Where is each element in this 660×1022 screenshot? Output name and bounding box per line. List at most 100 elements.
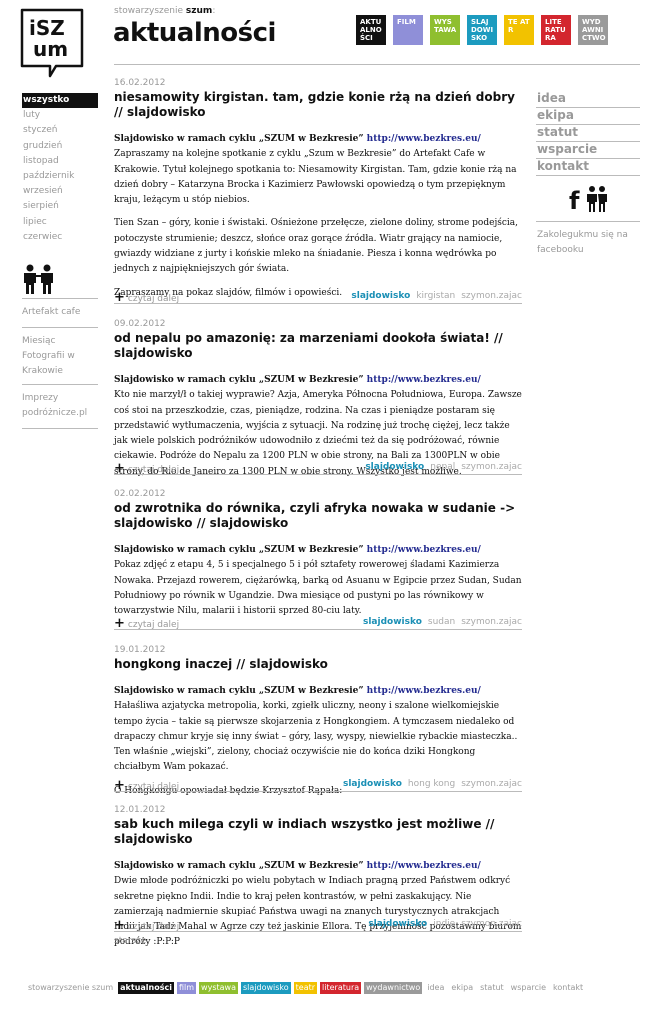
post: 19.01.2012 hongkong inaczej // slajdowisk… <box>114 644 522 807</box>
tag-link[interactable]: szymon.zajac <box>461 462 522 472</box>
tag-link[interactable]: slajdowisko <box>343 779 402 789</box>
szum-logo[interactable]: iSZ um <box>20 8 85 78</box>
tag-link[interactable]: indie <box>433 919 455 929</box>
tag-link[interactable]: kirgistan <box>416 291 455 301</box>
tag-link[interactable]: slajdowisko <box>368 919 427 929</box>
post-paragraph: Zapraszamy na kolejne spotkanie z cyklu … <box>114 149 517 206</box>
site-nav-item[interactable]: wsparcie <box>536 142 640 159</box>
category-tile[interactable]: TE ATR <box>504 15 534 45</box>
post-date: 09.02.2012 <box>114 319 166 329</box>
series-link[interactable]: http://www.bezkres.eu/ <box>367 375 481 385</box>
read-more-label: czytaj dalej <box>127 922 180 932</box>
month-nav-item[interactable]: styczeń <box>22 123 98 138</box>
series-label: Slajdowisko w ramach cyklu „SZUM w Bezkr… <box>114 134 364 144</box>
series-line: Slajdowisko w ramach cyklu „SZUM w Bezkr… <box>114 373 522 388</box>
sidebar-divider <box>536 221 640 222</box>
month-nav-item[interactable]: listopad <box>22 154 98 169</box>
read-more-link[interactable]: + czytaj dalej <box>114 778 179 793</box>
site-nav-item[interactable]: statut <box>536 125 640 142</box>
category-tile[interactable]: LITE RATU RA <box>541 15 571 45</box>
footer-nav: stowarzyszenie szum aktualności film wysta… <box>26 982 585 994</box>
post-title[interactable]: hongkong inaczej // slajdowisko <box>114 657 522 672</box>
footer-nav-item[interactable]: aktualności <box>118 982 174 994</box>
footer-nav-item[interactable]: wydawnictwo <box>364 982 423 994</box>
facebook-link[interactable]: Zakolegukmu się na facebooku <box>537 228 637 258</box>
category-tile[interactable]: AKTU ALNO ŚCI <box>356 15 386 45</box>
read-more-link[interactable]: + czytaj dalej <box>114 461 179 476</box>
post-title[interactable]: niesamowity kirgistan. tam, gdzie konie … <box>114 90 522 120</box>
post-footer: + czytaj dalej slajdowisko indie szymon.zaja… <box>114 918 522 933</box>
post-date: 19.01.2012 <box>114 645 166 655</box>
org-name: stowarzyszenie szum: <box>114 6 215 16</box>
month-nav-item[interactable]: czerwiec <box>22 230 98 245</box>
series-label: Slajdowisko w ramach cyklu „SZUM w Bezkr… <box>114 861 364 871</box>
older-posts-link[interactable]: starsze <box>114 936 146 946</box>
read-more-link[interactable]: + czytaj dalej <box>114 290 179 305</box>
read-more-link[interactable]: + czytaj dalej <box>114 616 179 631</box>
footer-nav-item[interactable]: ekipa <box>449 982 475 994</box>
org-prefix: stowarzyszenie <box>114 6 184 16</box>
site-nav-item[interactable]: idea <box>536 91 640 108</box>
series-line: Slajdowisko w ramach cyklu „SZUM w Bezkr… <box>114 859 522 874</box>
tag-link[interactable]: hong kong <box>408 779 455 789</box>
series-link[interactable]: http://www.bezkres.eu/ <box>367 861 481 871</box>
month-nav-item[interactable]: październik <box>22 169 98 184</box>
month-nav-item[interactable]: wszystko <box>22 93 98 109</box>
post: 16.02.2012 niesamowity kirgistan. tam, gd… <box>114 77 522 309</box>
series-link[interactable]: http://www.bezkres.eu/ <box>367 686 481 696</box>
facebook-people-icon[interactable]: f <box>568 184 610 214</box>
tag-link[interactable]: nepal <box>430 462 455 472</box>
footer-nav-item[interactable]: teatr <box>293 982 318 994</box>
read-more-label: czytaj dalej <box>127 782 180 792</box>
link-imprezy-podroznicze[interactable]: Imprezy podróżnicze.pl <box>22 391 98 421</box>
footer-nav-item[interactable]: kontakt <box>551 982 585 994</box>
post-title[interactable]: sab kuch milega czyli w indiach wszystko… <box>114 817 522 847</box>
read-more-label: czytaj dalej <box>127 465 180 475</box>
footer-nav-item[interactable]: idea <box>425 982 446 994</box>
series-line: Slajdowisko w ramach cyklu „SZUM w Bezkr… <box>114 684 522 699</box>
svg-text:f: f <box>569 187 580 214</box>
series-link[interactable]: http://www.bezkres.eu/ <box>367 545 481 555</box>
tag-link[interactable]: sudan <box>428 617 455 627</box>
category-tile[interactable]: WYS TAWA <box>430 15 460 45</box>
footer-nav-item[interactable]: slajdowisko <box>240 982 291 994</box>
post-title[interactable]: od zwrotnika do równika, czyli afryka no… <box>114 501 522 531</box>
month-nav-item[interactable]: grudzień <box>22 139 98 154</box>
footer-org[interactable]: stowarzyszenie szum <box>26 982 115 994</box>
tag-link[interactable]: szymon.zajac <box>461 617 522 627</box>
link-artefakt-cafe[interactable]: Artefakt cafe <box>22 305 98 320</box>
month-nav-item[interactable]: sierpień <box>22 199 98 214</box>
category-tile[interactable]: SLAJ DOWI SKO <box>467 15 497 45</box>
footer-nav-item[interactable]: wsparcie <box>509 982 548 994</box>
footer-nav-item[interactable]: statut <box>478 982 506 994</box>
people-icon <box>24 264 53 294</box>
tag-link[interactable]: szymon.zajac <box>461 291 522 301</box>
month-nav-item[interactable]: wrzesień <box>22 184 98 199</box>
footer-nav-item[interactable]: film <box>176 982 197 994</box>
category-tile[interactable]: FILM <box>393 15 423 45</box>
post-tags: slajdowisko sudan szymon.zajac <box>363 617 522 627</box>
month-nav: wszystko luty styczeń grudzień listopad paźdz… <box>22 93 98 245</box>
post-date: 16.02.2012 <box>114 78 166 88</box>
post-paragraph: Hałaśliwa azjatycka metropolia, korki, z… <box>114 701 518 773</box>
read-more-label: czytaj dalej <box>127 294 180 304</box>
series-link[interactable]: http://www.bezkres.eu/ <box>367 134 481 144</box>
read-more-link[interactable]: + czytaj dalej <box>114 918 179 933</box>
link-miesiac-fotografii[interactable]: Miesiąc Fotografii w Krakowie <box>22 334 98 379</box>
tag-link[interactable]: slajdowisko <box>363 617 422 627</box>
tag-link[interactable]: szymon.zajac <box>461 779 522 789</box>
footer-nav-item[interactable]: literatura <box>320 982 362 994</box>
tag-link[interactable]: slajdowisko <box>351 291 410 301</box>
series-line: Slajdowisko w ramach cyklu „SZUM w Bezkr… <box>114 132 522 147</box>
post-title[interactable]: od nepalu po amazonię: za marzeniami doo… <box>114 331 522 361</box>
month-nav-item[interactable]: lipiec <box>22 215 98 230</box>
footer-nav-item[interactable]: wystawa <box>199 982 238 994</box>
tag-link[interactable]: slajdowisko <box>365 462 424 472</box>
site-nav-item[interactable]: ekipa <box>536 108 640 125</box>
post-tags: slajdowisko indie szymon.zajac <box>368 919 522 929</box>
category-tile[interactable]: WYD AWNI CTWO <box>578 15 608 45</box>
tag-link[interactable]: szymon.zajac <box>461 919 522 929</box>
plus-icon: + <box>114 616 125 631</box>
month-nav-item[interactable]: luty <box>22 108 98 123</box>
site-nav-item[interactable]: kontakt <box>536 159 640 176</box>
